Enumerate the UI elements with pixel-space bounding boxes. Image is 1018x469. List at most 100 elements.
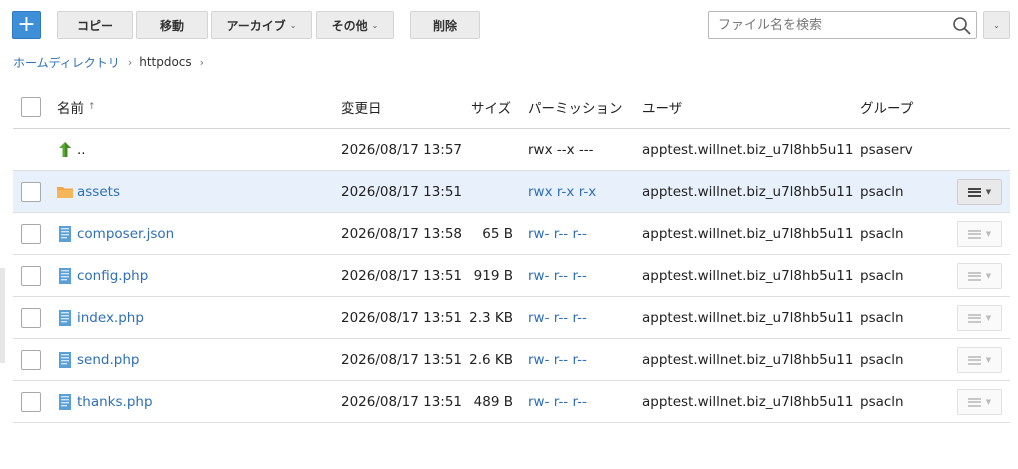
- row-checkbox[interactable]: [21, 308, 41, 328]
- folder-icon: [57, 187, 73, 198]
- file-size: 919 B: [473, 267, 513, 284]
- file-modified: 2026/08/17 13:58: [341, 225, 463, 242]
- table-row[interactable]: send.php 2026/08/17 13:51 2.6 KB rw- r--…: [13, 339, 1010, 381]
- column-header-name[interactable]: 名前 ↑: [57, 86, 96, 128]
- column-header-permissions-label: パーミッション: [528, 101, 623, 117]
- file-user: apptest.willnet.biz_u7l8hb5u11: [642, 141, 854, 158]
- row-checkbox[interactable]: [21, 392, 41, 412]
- menu-icon: [967, 271, 981, 281]
- column-header-permissions[interactable]: パーミッション: [528, 86, 623, 128]
- table-row[interactable]: config.php 2026/08/17 13:51 919 B rw- r-…: [13, 255, 1010, 297]
- file-permissions-link[interactable]: rw- r-- r--: [528, 381, 587, 422]
- chevron-down-icon: ⌄: [371, 20, 379, 30]
- menu-icon: [967, 313, 981, 323]
- file-icon: [59, 394, 71, 410]
- select-all-checkbox[interactable]: [21, 97, 41, 117]
- column-header-user[interactable]: ユーザ: [642, 86, 682, 128]
- side-panel-handle[interactable]: [0, 268, 5, 363]
- file-user: apptest.willnet.biz_u7l8hb5u11: [642, 309, 854, 326]
- column-header-group[interactable]: グループ: [860, 86, 913, 128]
- file-user: apptest.willnet.biz_u7l8hb5u11: [642, 225, 854, 242]
- file-user: apptest.willnet.biz_u7l8hb5u11: [642, 393, 854, 410]
- search-box: [708, 11, 977, 39]
- file-name-link[interactable]: thanks.php: [77, 381, 153, 422]
- archive-button-label: アーカイブ: [226, 18, 286, 33]
- file-permissions-link[interactable]: rw- r-- r--: [528, 255, 587, 296]
- row-menu-button[interactable]: ▼: [957, 389, 1002, 415]
- file-icon: [59, 226, 71, 242]
- menu-icon: [967, 397, 981, 407]
- file-modified: 2026/08/17 13:57: [341, 141, 463, 158]
- file-permissions-link[interactable]: rw- r-- r--: [528, 339, 587, 380]
- copy-button-label: コピー: [76, 18, 113, 33]
- chevron-down-icon: ⌄: [289, 20, 297, 30]
- menu-icon: [967, 229, 981, 239]
- table-row[interactable]: assets 2026/08/17 13:51 rwx r-x r-x appt…: [13, 171, 1010, 213]
- move-button[interactable]: 移動: [136, 11, 208, 39]
- file-permissions-link[interactable]: rwx r-x r-x: [528, 171, 596, 212]
- row-menu-button[interactable]: ▼: [957, 263, 1002, 289]
- table-row[interactable]: .. 2026/08/17 13:57 rwx --x --- apptest.…: [13, 129, 1010, 171]
- archive-button[interactable]: アーカイブ ⌄: [211, 11, 312, 39]
- file-name[interactable]: ..: [77, 129, 86, 170]
- file-size: 2.3 KB: [469, 309, 513, 326]
- chevron-down-icon: ▼: [985, 272, 992, 280]
- row-menu-button[interactable]: ▼: [957, 179, 1002, 205]
- row-menu-button[interactable]: ▼: [957, 347, 1002, 373]
- table-row[interactable]: composer.json 2026/08/17 13:58 65 B rw- …: [13, 213, 1010, 255]
- file-size: 2.6 KB: [469, 351, 513, 368]
- chevron-down-icon: ▼: [985, 230, 992, 238]
- breadcrumb-current: httpdocs: [139, 55, 192, 69]
- file-icon: [59, 310, 71, 326]
- menu-icon: [967, 187, 981, 197]
- chevron-down-icon: ▼: [985, 314, 992, 322]
- file-icon: [59, 268, 71, 284]
- file-group: psaserv: [860, 141, 913, 158]
- file-name-link[interactable]: composer.json: [77, 213, 174, 254]
- other-button[interactable]: その他 ⌄: [316, 11, 394, 39]
- search-options-button[interactable]: ⌄: [983, 11, 1010, 39]
- file-user: apptest.willnet.biz_u7l8hb5u11: [642, 267, 854, 284]
- row-checkbox[interactable]: [21, 266, 41, 286]
- chevron-down-icon: ⌄: [993, 20, 1000, 30]
- other-button-label: その他: [331, 18, 368, 33]
- column-header-group-label: グループ: [860, 101, 914, 117]
- copy-button[interactable]: コピー: [57, 11, 133, 39]
- delete-button[interactable]: 削除: [410, 11, 480, 39]
- search-icon[interactable]: [952, 16, 972, 36]
- breadcrumb-home-link[interactable]: ホームディレクトリ: [13, 54, 120, 71]
- file-name-link[interactable]: send.php: [77, 339, 139, 380]
- file-permissions-link[interactable]: rw- r-- r--: [528, 297, 587, 338]
- file-user: apptest.willnet.biz_u7l8hb5u11: [642, 183, 854, 200]
- chevron-right-icon: ›: [199, 55, 205, 69]
- file-group: psacln: [860, 183, 904, 200]
- table-row[interactable]: thanks.php 2026/08/17 13:51 489 B rw- r-…: [13, 381, 1010, 423]
- file-size: 65 B: [482, 225, 513, 242]
- search-input[interactable]: [709, 12, 939, 38]
- row-menu-button[interactable]: ▼: [957, 305, 1002, 331]
- table-header: 名前 ↑ 変更日 サイズ パーミッション ユーザ グループ: [13, 86, 1010, 129]
- sort-ascending-icon: ↑: [88, 102, 96, 112]
- file-name-link[interactable]: config.php: [77, 255, 148, 296]
- column-header-user-label: ユーザ: [642, 101, 683, 117]
- row-checkbox[interactable]: [21, 350, 41, 370]
- move-button-label: 移動: [159, 18, 184, 33]
- row-menu-button[interactable]: ▼: [957, 221, 1002, 247]
- file-size: 489 B: [473, 393, 513, 410]
- file-permissions-link[interactable]: rw- r-- r--: [528, 213, 587, 254]
- chevron-down-icon: ▼: [985, 398, 992, 406]
- column-header-size[interactable]: サイズ: [471, 86, 511, 128]
- file-name-link[interactable]: assets: [77, 171, 120, 212]
- row-checkbox[interactable]: [21, 224, 41, 244]
- file-group: psacln: [860, 267, 904, 284]
- column-header-name-label: 名前: [57, 101, 84, 117]
- chevron-down-icon: ▼: [985, 188, 992, 196]
- file-name-link[interactable]: index.php: [77, 297, 144, 338]
- file-group: psacln: [860, 393, 904, 410]
- file-group: psacln: [860, 309, 904, 326]
- row-checkbox[interactable]: [21, 182, 41, 202]
- add-button[interactable]: +: [12, 11, 41, 39]
- table-row[interactable]: index.php 2026/08/17 13:51 2.3 KB rw- r-…: [13, 297, 1010, 339]
- column-header-modified[interactable]: 変更日: [341, 86, 382, 128]
- chevron-right-icon: ›: [127, 55, 133, 69]
